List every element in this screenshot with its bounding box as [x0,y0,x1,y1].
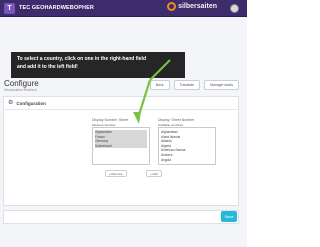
brand-name: silbersaiten [178,3,217,10]
app-title: TEC GEOHARDWEBOPHER [19,5,94,11]
allowed-countries-list[interactable]: Afghanistan France Germany Switzerland [92,127,150,165]
save-button[interactable]: Save [221,211,237,222]
list-item[interactable]: Angola [161,158,213,163]
gear-icon: ⚙ [8,100,14,106]
toolbar: Back Translate Manage hooks [149,80,239,90]
translate-button[interactable]: Translate [173,80,201,90]
left-column-heading: Display Number: Street [92,118,129,122]
app-logo-icon[interactable]: T [4,2,15,14]
tooltip-line-1: To select a country, click on one in the… [17,56,146,62]
brand-logo: silbersaiten [167,2,217,11]
page-subtitle: Geolocation Redirect [4,88,37,92]
user-avatar[interactable] [230,4,239,13]
list-item[interactable]: Switzerland [95,143,147,149]
form-footer [3,210,239,224]
back-button[interactable]: Back [149,80,170,90]
tooltip-line-2: and add it to the left field! [17,63,78,70]
add-button[interactable]: « Add [146,170,162,177]
right-column-heading: Display: Street Number [158,118,195,122]
brand-mark-icon [167,2,177,11]
page-title: Configure [4,79,39,88]
top-header: T TEC GEOHARDWEBOPHER silbersaiten [0,0,247,17]
available-countries-list[interactable]: Afghanistan Aland Islands Albania Algeri… [158,127,216,165]
panel-title: Configuration [16,100,46,106]
manage-hooks-button[interactable]: Manage hooks [204,80,239,90]
remove-button[interactable]: « Remove [105,170,127,177]
panel-header: ⚙ Configuration [4,97,238,110]
instruction-tooltip: To select a country, click on one in the… [11,52,185,78]
